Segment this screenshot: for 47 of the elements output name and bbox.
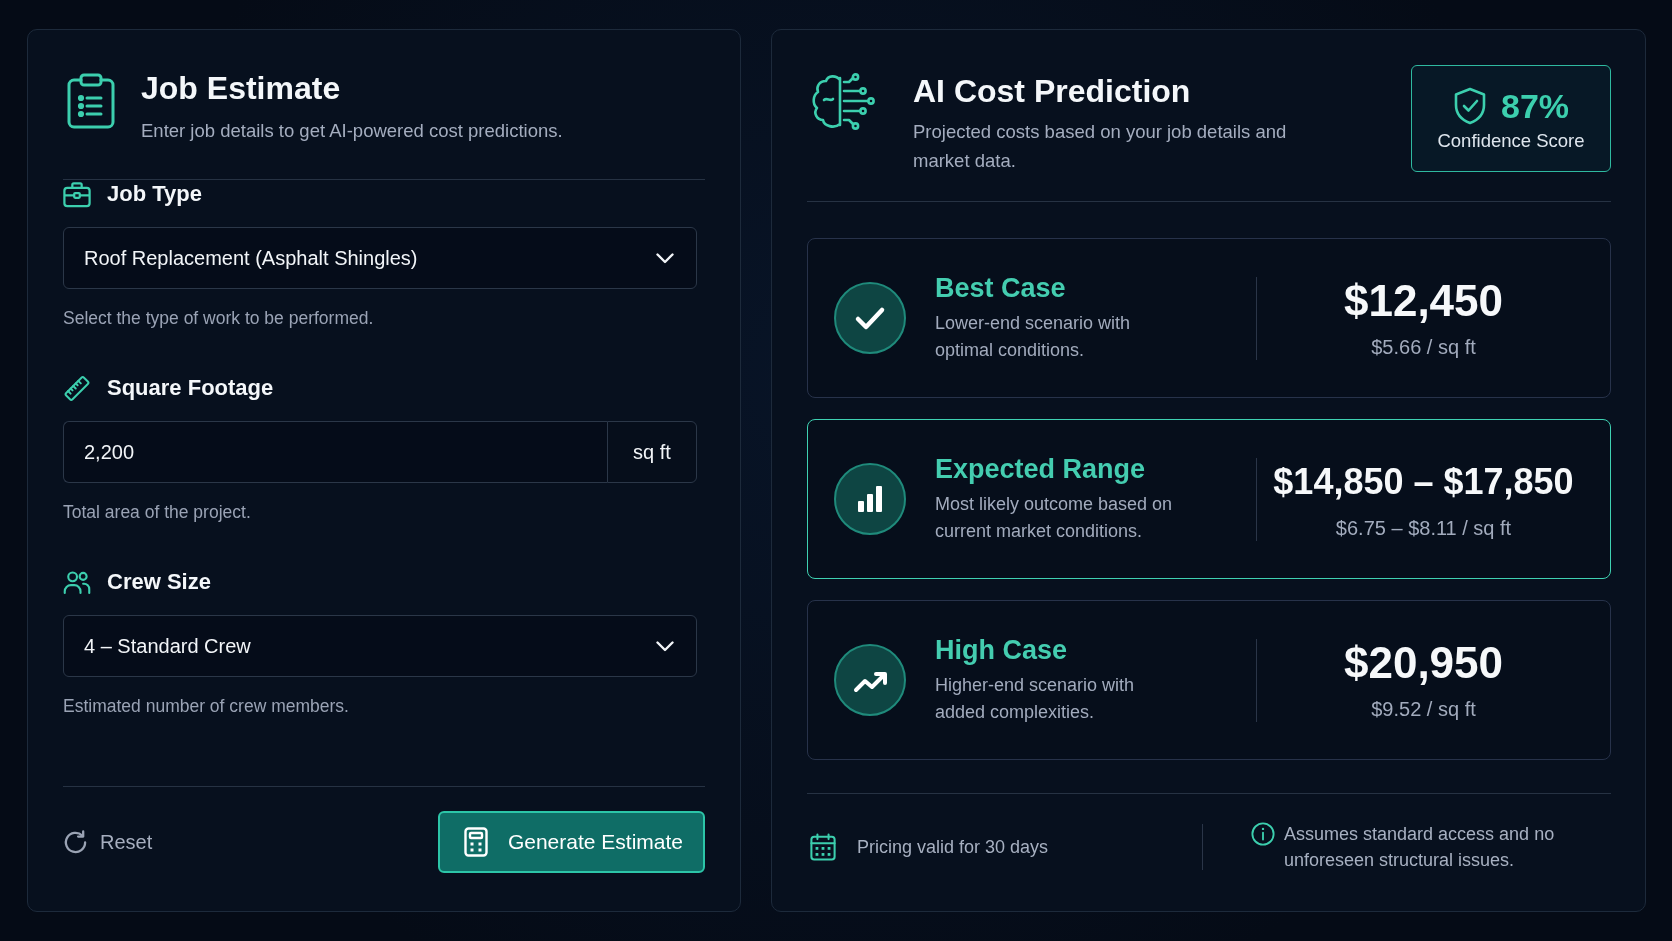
panel-title: AI Cost Prediction	[913, 73, 1192, 109]
note-text: Pricing valid for 30 days	[857, 836, 1049, 859]
brain-circuit-icon	[810, 73, 876, 131]
per-sqft-cost: $9.52 / sq ft	[1371, 697, 1476, 722]
per-sqft-cost: $6.75 – $8.11 / sq ft	[1335, 516, 1512, 541]
scenario-title: Best Case	[935, 272, 1067, 304]
panel-subtitle: Projected costs based on your job details and market data.	[913, 120, 1288, 173]
dropdown-field[interactable]: 4 – Standard Crew	[63, 615, 697, 677]
info-icon	[1251, 822, 1275, 846]
per-sqft-cost: $5.66 / sq ft	[1371, 335, 1476, 360]
field-label: Crew Size	[107, 569, 211, 595]
briefcase-icon	[63, 180, 91, 208]
dropdown-field[interactable]: Roof Replacement (Asphalt Shingles)	[63, 227, 697, 289]
calendar-icon	[810, 833, 836, 861]
field-label: Job Type	[107, 181, 202, 207]
scenario-description: Most likely outcome based on current market conditions.	[935, 493, 1174, 543]
reset-button[interactable]: Reset	[63, 829, 153, 855]
helper-text: Select the type of work to be performed.	[63, 307, 375, 329]
unit-label: sq ft	[607, 421, 697, 483]
helper-text: Estimated number of crew members.	[63, 695, 350, 717]
bar-chart-icon	[834, 463, 906, 535]
people-icon	[63, 568, 91, 596]
confidence-label: Confidence Score	[1437, 129, 1585, 152]
chevron-down-icon	[656, 640, 674, 652]
scenario-title: High Case	[935, 634, 1069, 666]
field-label: Square Footage	[107, 375, 274, 401]
confidence-value: 87%	[1500, 85, 1570, 126]
generate-estimate-button[interactable]: Generate Estimate	[437, 811, 705, 873]
cost-value: $14,850 – $17,850	[1273, 460, 1574, 504]
refresh-icon	[63, 829, 88, 855]
shield-check-icon	[1452, 86, 1487, 125]
clipboard-list-icon	[67, 73, 115, 129]
scenario-description: Higher-end scenario with added complexities.	[935, 674, 1136, 724]
panel-title: Job Estimate	[141, 70, 342, 106]
cost-value: $20,950	[1343, 638, 1504, 688]
scenario-title: Expected Range	[935, 453, 1147, 485]
note-text: Assumes standard access and no unforeseen structural issues.	[1284, 823, 1556, 872]
panel-subtitle: Enter job details to get AI-powered cost predictions.	[141, 119, 563, 143]
scenario-description: Lower-end scenario with optimal conditions.	[935, 312, 1132, 362]
input-field[interactable]: 2,200	[63, 421, 607, 483]
cost-value: $12,450	[1343, 276, 1504, 326]
calculator-icon	[463, 827, 488, 857]
check-icon	[834, 282, 906, 354]
ruler-icon	[63, 374, 91, 402]
trend-up-icon	[834, 644, 906, 716]
chevron-down-icon	[656, 252, 674, 264]
helper-text: Total area of the project.	[63, 501, 252, 523]
